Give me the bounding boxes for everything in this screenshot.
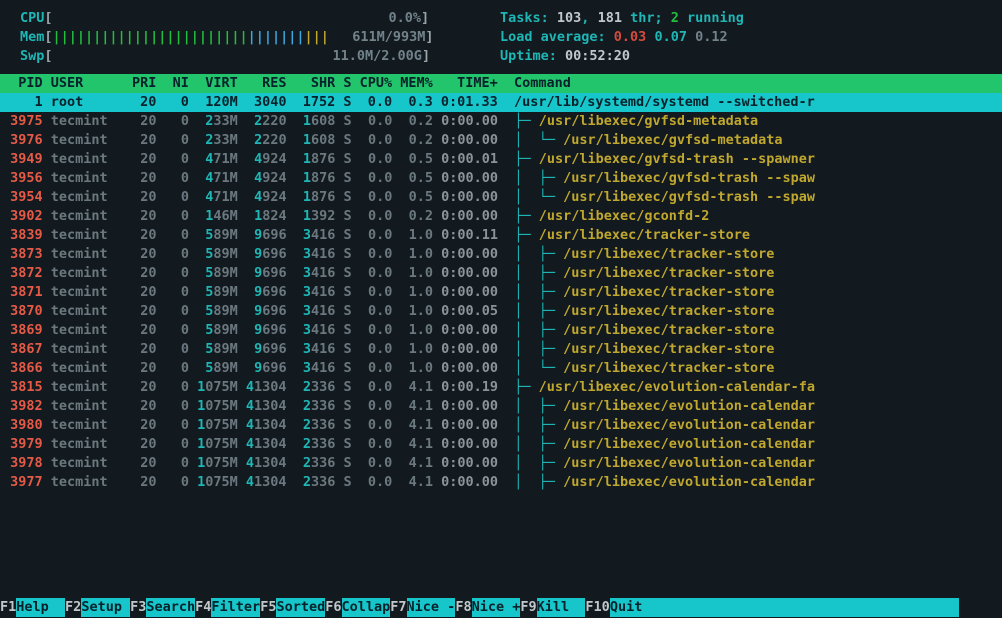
load-15: 0.12 [695, 29, 728, 45]
meters-area: CPU[0.0%] Mem[||||||||||||||||||||||||||… [0, 9, 490, 66]
process-list[interactable]: 3975 tecmint 20 0 233M 2220 1608 S 0.0 0… [0, 112, 1002, 492]
table-row[interactable]: 3956 tecmint 20 0 471M 4924 1876 S 0.0 0… [0, 169, 1002, 188]
fkey-f9[interactable]: F9 [520, 599, 536, 615]
fkey-f2[interactable]: F2 [65, 599, 81, 615]
uptime-label: Uptime: [500, 48, 565, 64]
fkey-f7[interactable]: F7 [390, 599, 406, 615]
table-row[interactable]: 3873 tecmint 20 0 589M 9696 3416 S 0.0 1… [0, 245, 1002, 264]
tasks-label: Tasks: [500, 10, 557, 26]
fkey-f10[interactable]: F10 [585, 599, 609, 615]
table-row[interactable]: 3902 tecmint 20 0 146M 1824 1392 S 0.0 0… [0, 207, 1002, 226]
fkey-f8[interactable]: F8 [455, 599, 471, 615]
uptime-value: 00:52:20 [565, 48, 630, 64]
fkey-f3[interactable]: F3 [130, 599, 146, 615]
fkey-f1[interactable]: F1 [0, 599, 16, 615]
fkey-f4[interactable]: F4 [195, 599, 211, 615]
fkey-f5[interactable]: F5 [260, 599, 276, 615]
table-row[interactable]: 3975 tecmint 20 0 233M 2220 1608 S 0.0 0… [0, 112, 1002, 131]
table-row[interactable]: 3866 tecmint 20 0 589M 9696 3416 S 0.0 1… [0, 359, 1002, 378]
tasks-line: Tasks: 103, 181 thr; 2 running [500, 9, 744, 28]
table-row[interactable]: 3949 tecmint 20 0 471M 4924 1876 S 0.0 0… [0, 150, 1002, 169]
info-area: Tasks: 103, 181 thr; 2 running Load aver… [490, 9, 744, 66]
column-headers[interactable]: PID USER PRI NI VIRT RES SHR S CPU% MEM%… [0, 74, 1002, 93]
table-row[interactable]: 3867 tecmint 20 0 589M 9696 3416 S 0.0 1… [0, 340, 1002, 359]
table-row[interactable]: 3871 tecmint 20 0 589M 9696 3416 S 0.0 1… [0, 283, 1002, 302]
table-row[interactable]: 3982 tecmint 20 0 1075M 41304 2336 S 0.0… [0, 397, 1002, 416]
table-row[interactable]: 3980 tecmint 20 0 1075M 41304 2336 S 0.0… [0, 416, 1002, 435]
cpu-label: CPU [20, 9, 44, 28]
uptime-line: Uptime: 00:52:20 [500, 47, 744, 66]
thread-count: 181 [598, 10, 622, 26]
table-row[interactable]: 3839 tecmint 20 0 589M 9696 3416 S 0.0 1… [0, 226, 1002, 245]
table-row[interactable]: 3815 tecmint 20 0 1075M 41304 2336 S 0.0… [0, 378, 1002, 397]
thr-label: thr; [622, 10, 671, 26]
table-row[interactable]: 3976 tecmint 20 0 233M 2220 1608 S 0.0 0… [0, 131, 1002, 150]
selected-row[interactable]: 1 root 20 0 120M 3040 1752 S 0.0 0.3 0:0… [0, 93, 1002, 112]
header-section: CPU[0.0%] Mem[||||||||||||||||||||||||||… [0, 0, 1002, 74]
table-row[interactable]: 3954 tecmint 20 0 471M 4924 1876 S 0.0 0… [0, 188, 1002, 207]
table-row[interactable]: 3978 tecmint 20 0 1075M 41304 2336 S 0.0… [0, 454, 1002, 473]
table-row[interactable]: 3977 tecmint 20 0 1075M 41304 2336 S 0.0… [0, 473, 1002, 492]
load-5: 0.07 [654, 29, 687, 45]
fkey-f6[interactable]: F6 [325, 599, 341, 615]
swp-meter: Swp[11.0M/2.00G] [20, 47, 490, 66]
cpu-value: 0.0% [389, 9, 422, 28]
running-count: 2 [671, 10, 679, 26]
mem-total: 993M [393, 28, 426, 47]
cpu-meter: CPU[0.0%] [20, 9, 490, 28]
table-row[interactable]: 3979 tecmint 20 0 1075M 41304 2336 S 0.0… [0, 435, 1002, 454]
table-row[interactable]: 3872 tecmint 20 0 589M 9696 3416 S 0.0 1… [0, 264, 1002, 283]
table-row[interactable]: 3869 tecmint 20 0 589M 9696 3416 S 0.0 1… [0, 321, 1002, 340]
mem-used: 611M [352, 29, 385, 45]
mem-meter: Mem[||||||||||||||||||||||||||||||||||61… [20, 28, 490, 47]
table-row[interactable]: 3870 tecmint 20 0 589M 9696 3416 S 0.0 1… [0, 302, 1002, 321]
tasks-count: 103 [557, 10, 581, 26]
swp-value: 11.0M/2.00G [333, 47, 422, 66]
load-1: 0.03 [614, 29, 647, 45]
running-label: running [679, 10, 744, 26]
mem-label: Mem [20, 28, 44, 47]
function-key-bar[interactable]: F1Help F2Setup F3SearchF4FilterF5SortedF… [0, 598, 1002, 618]
load-line: Load average: 0.03 0.07 0.12 [500, 28, 744, 47]
swp-label: Swp [20, 47, 44, 66]
load-label: Load average: [500, 29, 614, 45]
